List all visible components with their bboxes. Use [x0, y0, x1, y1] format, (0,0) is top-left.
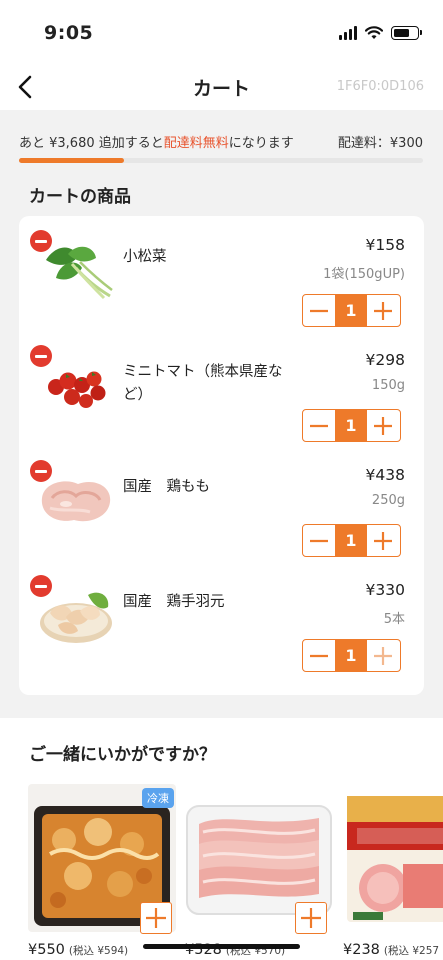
plus-icon: [301, 908, 321, 928]
increase-quantity-button[interactable]: [367, 525, 399, 556]
minus-icon: [310, 654, 328, 657]
product-price: ¥438: [365, 466, 405, 484]
decrease-quantity-button[interactable]: [303, 295, 335, 326]
quantity-stepper: 1: [302, 294, 401, 327]
free-shipping-highlight: 配達料無料: [163, 136, 229, 151]
increase-quantity-button[interactable]: [367, 295, 399, 326]
status-icons: [339, 26, 422, 40]
nav-bar: カート 1F6F0:0D106: [0, 64, 443, 110]
product-unit: 5本: [383, 612, 405, 627]
add-to-cart-button[interactable]: [140, 902, 172, 934]
frozen-badge: 冷凍: [142, 788, 174, 808]
product-price: ¥298: [365, 351, 405, 369]
decrease-quantity-button[interactable]: [303, 410, 335, 441]
chicken-drumette-image: [40, 592, 112, 643]
quantity-value: 1: [335, 525, 367, 556]
quantity-stepper: 1: [302, 524, 401, 557]
plus-icon: [146, 908, 166, 928]
suggested-product[interactable]: ¥528 (税込 ¥570): [185, 784, 335, 960]
plus-icon: [374, 646, 392, 665]
quantity-stepper: 1: [302, 409, 401, 442]
suggested-product[interactable]: 冷凍 ¥550 (税込 ¥594): [28, 784, 178, 960]
product-price: ¥158: [365, 236, 405, 254]
free-shipping-banner: あと ¥3,680 追加すると配達料無料になります 配達料：¥300: [0, 110, 443, 176]
roast-ham-image: [343, 784, 443, 932]
plus-icon: [374, 301, 392, 320]
product-name: ミニトマト（熊本県産など）: [123, 364, 283, 403]
product-unit: 150g: [371, 378, 405, 393]
chicken-thigh-image: [41, 481, 111, 522]
free-shipping-progress-fill: [19, 158, 125, 163]
plus-icon: [374, 416, 392, 435]
suggested-product[interactable]: ¥238 (税込 ¥257: [343, 784, 443, 960]
product-name: 国産 鶏もも: [123, 479, 210, 495]
suggestions-section: ご一緒にいかがですか？ 冷凍 ¥550 (税込 ¥594) ¥528 (税込 ¥…: [0, 718, 443, 960]
minus-icon: [310, 424, 328, 427]
decrease-quantity-button[interactable]: [303, 640, 335, 671]
minus-icon: [310, 539, 328, 542]
free-shipping-message-suffix: になります: [228, 136, 294, 151]
decrease-quantity-button[interactable]: [303, 525, 335, 556]
free-shipping-progress: [19, 158, 423, 163]
free-shipping-message: あと ¥3,680 追加すると配達料無料になります: [19, 132, 294, 151]
quantity-value: 1: [335, 640, 367, 671]
product-unit: 250g: [371, 493, 405, 508]
price-excl-tax: ¥238: [343, 942, 380, 958]
price-incl-tax: (税込 ¥594): [68, 945, 129, 957]
signal-icon: [339, 26, 357, 40]
cart-item: ミニトマト（熊本県産など） ¥298 150g 1: [19, 331, 424, 446]
quantity-stepper: 1: [302, 639, 401, 672]
free-shipping-message-prefix: あと ¥3,680 追加すると: [19, 136, 164, 151]
increase-quantity-button[interactable]: [367, 640, 399, 671]
home-indicator: [143, 944, 300, 949]
cart-item: 国産 鶏手羽元 ¥330 5本 1: [19, 561, 424, 676]
cart-section-title: カートの商品: [29, 187, 131, 207]
status-time: 9:05: [44, 22, 94, 44]
price-incl-tax: (税込 ¥257: [383, 945, 440, 957]
komatsuna-image: [46, 246, 113, 300]
increase-quantity-button[interactable]: [367, 410, 399, 441]
add-to-cart-button[interactable]: [295, 902, 327, 934]
cart-item: 国産 鶏もも ¥438 250g 1: [19, 446, 424, 561]
product-unit: 1袋(150gUP): [323, 267, 405, 282]
cart-item-list: 小松菜 ¥158 1袋(150gUP) 1 ミニトマト（熊本県産など） ¥298: [19, 216, 424, 695]
product-price: ¥330: [365, 581, 405, 599]
cart-item: 小松菜 ¥158 1袋(150gUP) 1: [19, 216, 424, 331]
suggestions-title: ご一緒にいかがですか？: [29, 745, 216, 765]
suggested-product-price: ¥238 (税込 ¥257: [343, 942, 439, 958]
product-name: 小松菜: [123, 249, 167, 265]
quantity-value: 1: [335, 295, 367, 326]
debug-id-text: 1F6F0:0D106: [336, 79, 424, 94]
wifi-icon: [365, 26, 383, 39]
plus-icon: [374, 531, 392, 550]
quantity-value: 1: [335, 410, 367, 441]
status-bar: 9:05: [0, 0, 443, 64]
product-name: 国産 鶏手羽元: [123, 594, 225, 610]
minus-icon: [310, 309, 328, 312]
price-excl-tax: ¥550: [28, 942, 65, 958]
delivery-fee: 配達料：¥300: [337, 136, 423, 151]
suggested-product-price: ¥550 (税込 ¥594): [28, 942, 128, 958]
cherry-tomato-image: [48, 371, 106, 408]
battery-icon: [391, 26, 422, 40]
